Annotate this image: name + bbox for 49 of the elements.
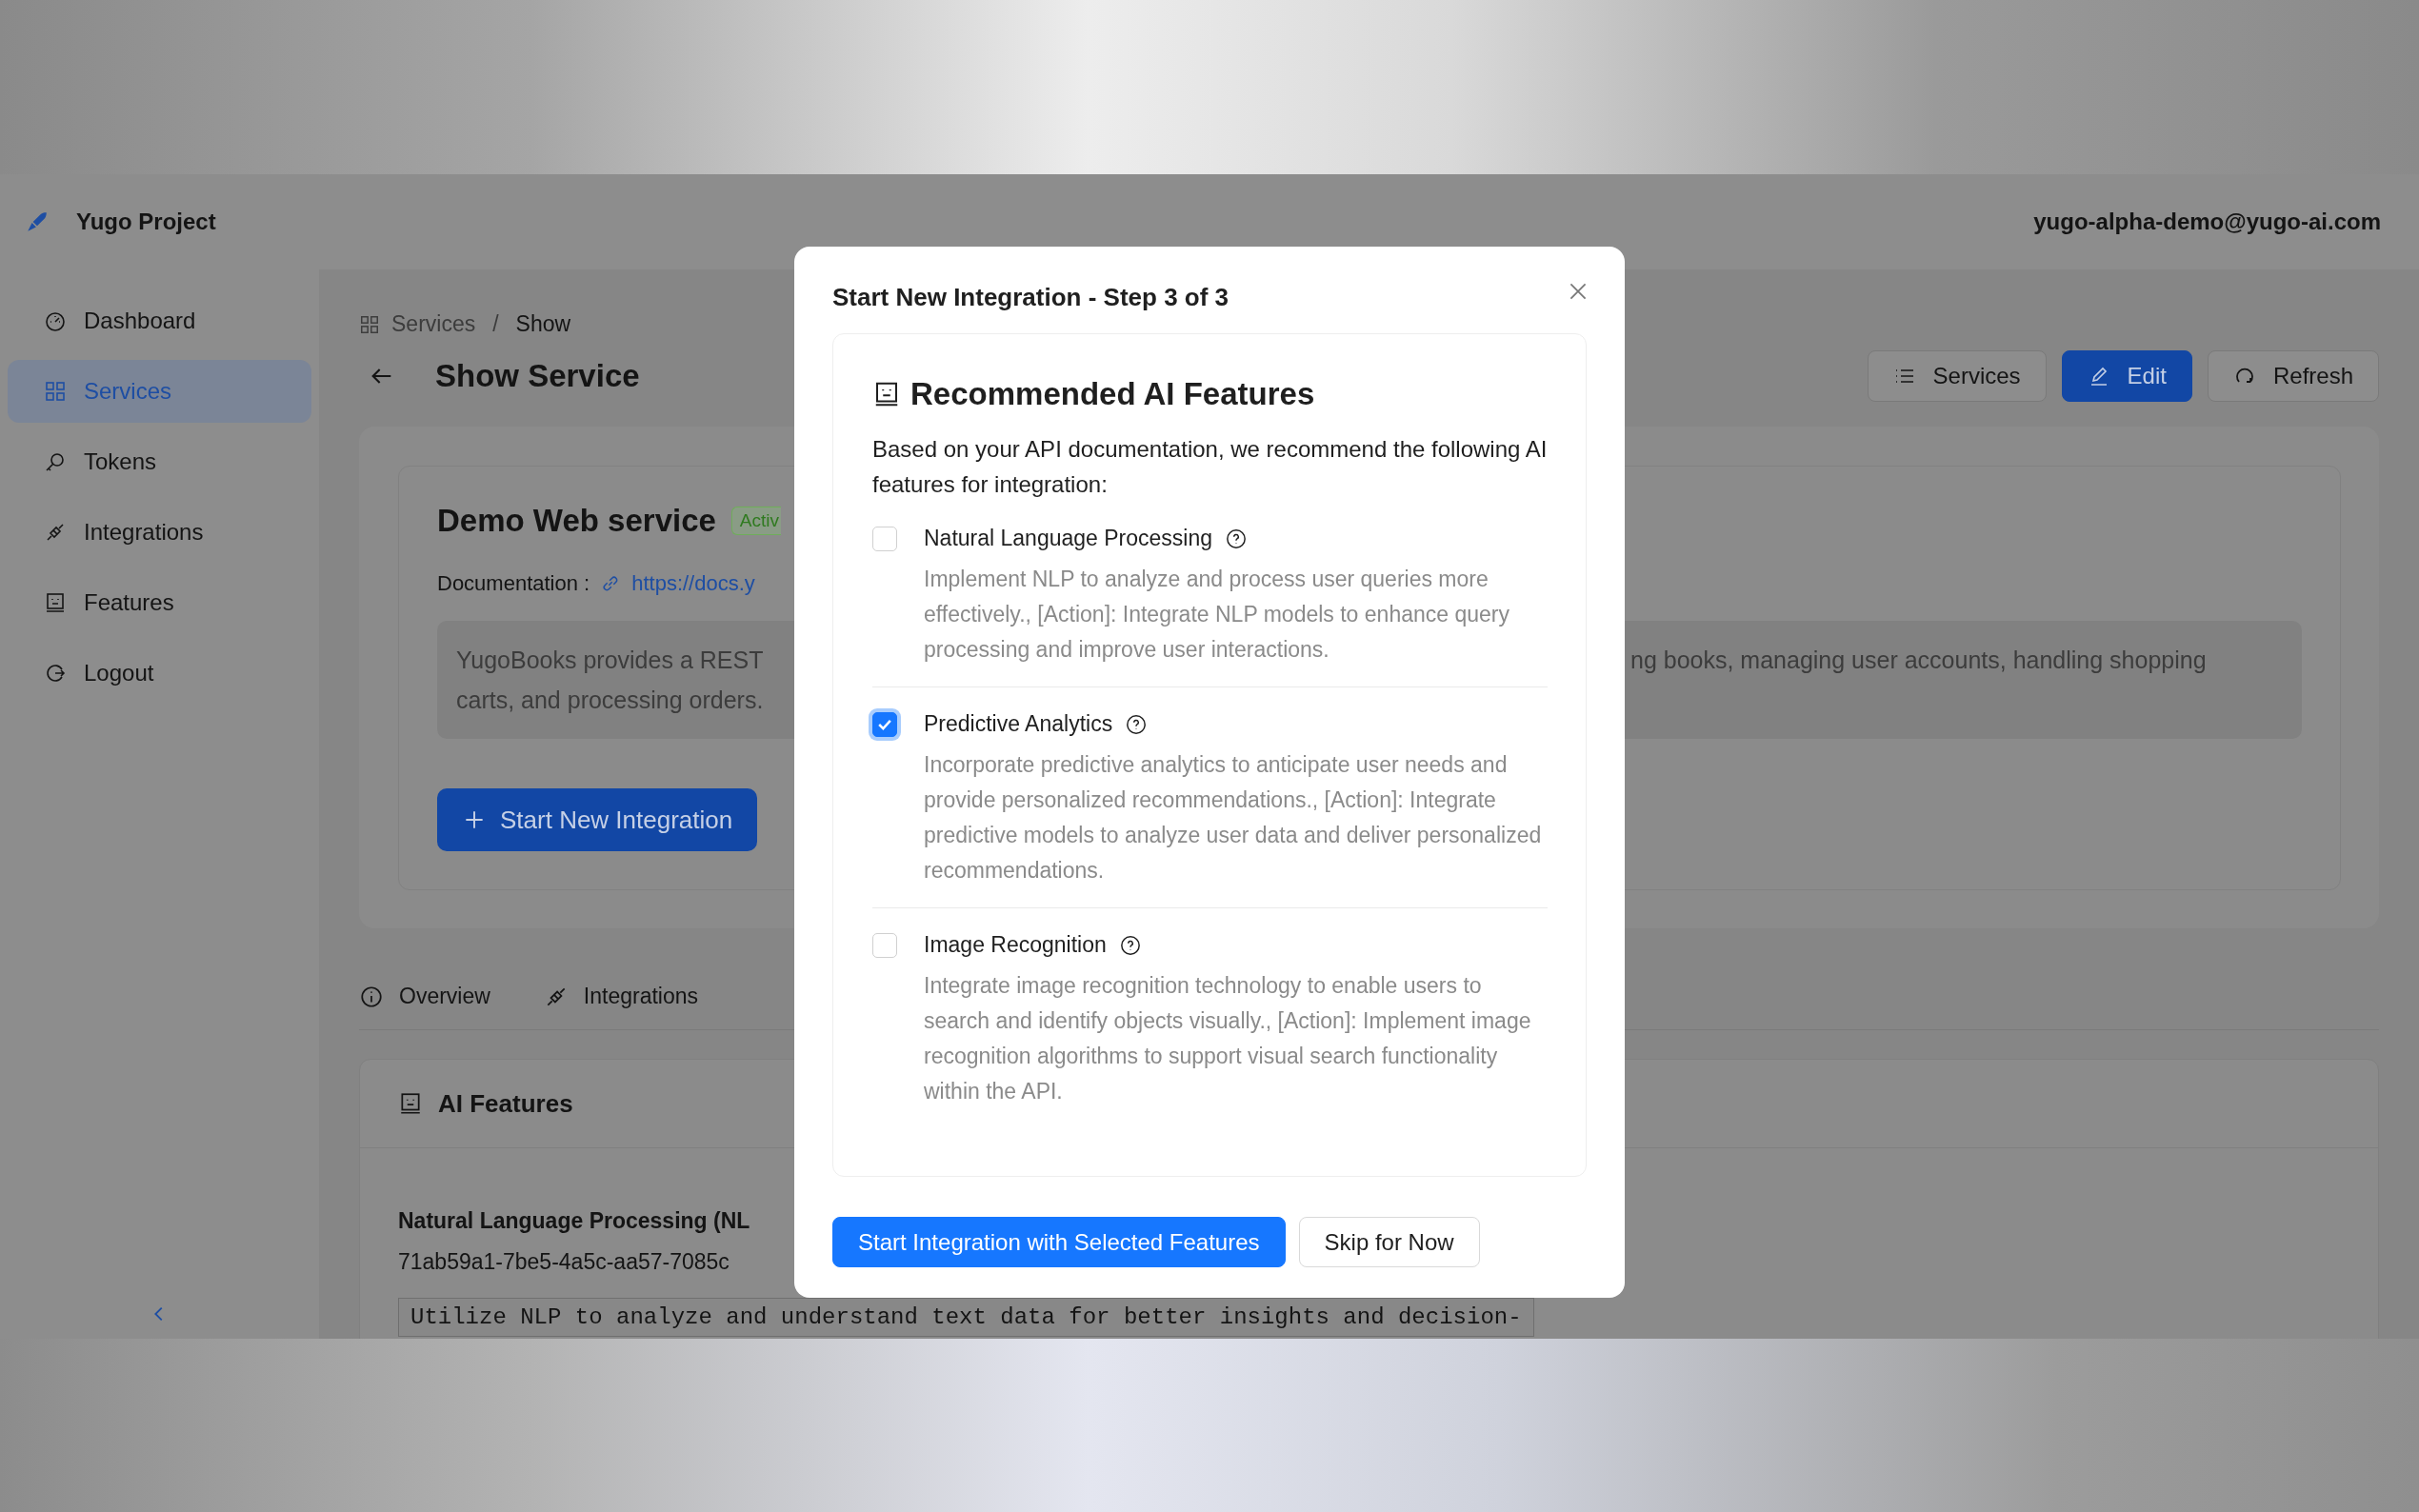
user-email: yugo-alpha-demo@yugo-ai.com <box>2033 209 2381 235</box>
feature-title: Image Recognition <box>924 932 1107 958</box>
description-text: YugoBooks provides a REST <box>456 646 764 675</box>
dialog-button[interactable]: Skip for Now <box>1298 1217 1480 1267</box>
robot-icon <box>44 591 67 614</box>
section-title: AI Features <box>438 1088 573 1119</box>
help-icon[interactable] <box>1126 713 1148 735</box>
sidebar-item[interactable]: Integrations <box>8 501 311 564</box>
description-text: ng books, managing user accounts, handling shopping <box>1630 646 2207 675</box>
feature-id: 71ab59a1-7be5-4a5c-aa57-7085c <box>398 1249 730 1275</box>
sidebar-item[interactable]: Tokens <box>8 430 311 493</box>
feature-description: Incorporate predictive analytics to anticipate user needs and provide personalized recommendations., [Action]: Integrate predictive models to analyze user data and deliver personalized recommendations. <box>924 751 1543 885</box>
help-icon[interactable] <box>1119 934 1141 956</box>
sidebar-item[interactable]: Logout <box>8 642 311 705</box>
panel-heading: Recommended AI Features <box>910 376 1315 412</box>
breadcrumb-link[interactable]: Services <box>391 311 476 337</box>
toolbar-button[interactable]: Edit <box>2061 350 2192 402</box>
key-icon <box>44 450 67 473</box>
robot-icon <box>398 1091 423 1116</box>
breadcrumb-separator: / <box>492 311 499 337</box>
description-text: carts, and processing orders. <box>456 686 764 715</box>
help-icon[interactable] <box>1226 527 1248 549</box>
gauge-icon <box>44 309 67 332</box>
info-icon <box>359 984 384 1009</box>
sidebar-item[interactable]: Dashboard <box>8 289 311 352</box>
dialog-button[interactable]: Start Integration with Selected Features <box>832 1217 1286 1267</box>
service-name: Demo Web service <box>437 503 716 539</box>
feature-title: Natural Language Processing <box>924 526 1213 551</box>
feature-description: Integrate image recognition technology to enable users to search and identify objects visually., [Action]: Implement image recognition algorithms to support visual search functionality within the API. <box>924 972 1532 1105</box>
grid-icon <box>359 313 380 335</box>
project-name: Yugo Project <box>76 209 216 235</box>
toolbar-button[interactable]: Refresh <box>2207 350 2379 402</box>
feature-description: Implement NLP to analyze and process user queries more effectively., [Action]: Integrate NLP models to enhance query processing and improve user interactions. <box>924 566 1510 664</box>
grid-icon <box>44 380 67 403</box>
tab[interactable]: Integrations <box>543 966 699 1029</box>
logout-icon <box>44 662 67 685</box>
feature-text-block: Utilize NLP to analyze and understand text data for better insights and decision- <box>398 1298 1534 1337</box>
breadcrumb-current: Show <box>515 311 571 337</box>
page-title: Show Service <box>435 358 640 394</box>
sidebar-item[interactable]: Features <box>8 571 311 634</box>
start-integration-button[interactable]: Start New Integration <box>437 788 758 851</box>
feature-name: Natural Language Processing (NL <box>398 1208 750 1234</box>
toolbar-button[interactable]: Services <box>1867 350 2047 402</box>
intro-text: Based on your API documentation, we recommend the following AI features for integration: <box>872 435 1548 499</box>
dialog-title: Start New Integration - Step 3 of 3 <box>832 283 1229 312</box>
feature-title: Predictive Analytics <box>924 711 1113 737</box>
tab[interactable]: Overview <box>359 966 490 1029</box>
documentation-label: Documentation : <box>437 571 590 596</box>
status-tag: Activ <box>730 507 782 535</box>
